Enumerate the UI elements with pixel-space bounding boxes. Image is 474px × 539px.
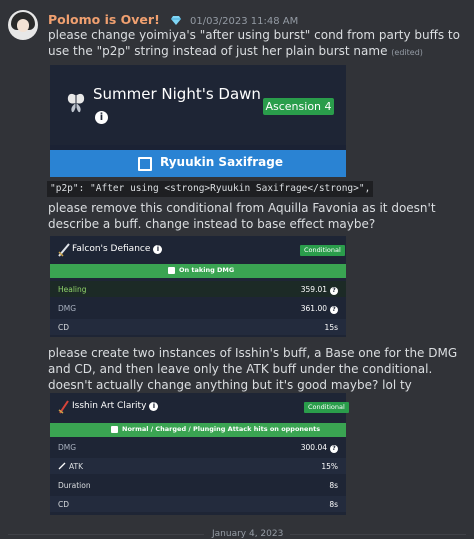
stat-label: DMG [58,304,77,313]
checkbox-checked-icon[interactable] [168,267,175,274]
divider-line [290,534,466,535]
nitro-gem-icon [170,16,181,25]
stat-label: DMG [58,443,77,452]
stat-value: 300.04? [301,443,338,453]
condition-toggle[interactable]: Normal / Charged / Plunging Attack hits … [50,423,346,437]
stat-label: CD [58,323,70,332]
condition-toggle[interactable]: On taking DMG [50,264,346,278]
stat-label: Duration [58,481,91,490]
info-icon[interactable]: i [149,402,159,411]
stat-value: 361.00? [301,304,338,314]
stat-row: DMG 361.00? [50,300,346,316]
stat-row: Duration 8s [50,477,346,493]
stat-value-text: 300.04 [300,443,327,452]
card-header: Summer Night's Dawn i Ascension 4 [50,65,346,145]
conditional-badge: Conditional [304,402,349,413]
sword-icon [58,462,66,470]
message-header: Polomo is Over! 01/03/2023 11:48 AM [48,9,299,27]
stat-label-text: ATK [69,462,84,471]
condition-label: On taking DMG [179,266,235,274]
ryuukin-saxifrage-toggle[interactable]: Ryuukin Saxifrage [50,150,346,177]
stat-label: ATK [58,462,83,471]
stat-value: 359.01? [301,285,338,295]
info-icon[interactable]: i [153,245,163,254]
checkbox-icon[interactable] [138,157,152,171]
help-icon[interactable]: ? [330,306,338,314]
help-icon[interactable]: ? [330,445,338,453]
stat-row: ATK 15% [50,458,346,474]
info-icon[interactable]: i [95,111,108,124]
card-title-text: Isshin Art Clarity [72,401,147,411]
stat-value-text: 359.01 [300,285,327,294]
stat-value: 8s [329,481,338,490]
message-text-3: please create two instances of Isshin's … [48,346,458,392]
card-header: Falcon's Defiance i Conditional [50,236,346,264]
avatar[interactable] [8,10,38,40]
card-title: Summer Night's Dawn [93,85,261,103]
isshin-art-clarity-card: Isshin Art Clarity i Conditional Normal /… [50,393,349,515]
divider-line [8,534,204,535]
stat-label: CD [58,500,70,509]
stat-row: CD 15s [50,319,346,335]
stat-row: Healing 359.01? [50,281,346,297]
stat-value: 15s [324,323,338,332]
message-text-2: please remove this conditional from Aqui… [48,201,436,231]
stat-row: CD 8s [50,496,346,512]
stat-value: 8s [329,500,338,509]
card-title: Isshin Art Clarity i [72,401,159,411]
summer-nights-dawn-card: Summer Night's Dawn i Ascension 4 Ryuuki… [50,65,346,177]
falcons-defiance-card: Falcon's Defiance i Conditional On taking… [50,236,346,337]
card-title-text: Falcon's Defiance [72,244,151,254]
message-timestamp: 01/03/2023 11:48 AM [189,16,299,27]
help-icon[interactable]: ? [330,287,338,295]
ascension-badge: Ascension 4 [263,98,334,115]
card-header: Isshin Art Clarity i Conditional [50,393,349,421]
card-title: Falcon's Defiance i [72,244,163,254]
inline-code: "p2p": "After using <strong>Ryuukin Saxi… [47,181,374,197]
username[interactable]: Polomo is Over! [48,12,160,27]
avatar-face [17,19,29,32]
stat-value: 15% [321,462,338,471]
conditional-badge: Conditional [300,245,345,256]
stat-label: Healing [58,285,87,294]
condition-label: Normal / Charged / Plunging Attack hits … [122,425,321,433]
sword-icon [58,243,70,257]
stat-value-text: 361.00 [300,304,327,313]
edited-label: (edited) [391,48,423,57]
blade-icon [58,400,69,414]
stat-row: DMG 300.04? [50,439,346,455]
message-text-1: please change yoimiya's "after using bur… [48,27,468,61]
butterfly-icon [67,93,85,113]
checkbox-label: Ryuukin Saxifrage [160,155,283,169]
checkbox-checked-icon[interactable] [111,426,118,433]
